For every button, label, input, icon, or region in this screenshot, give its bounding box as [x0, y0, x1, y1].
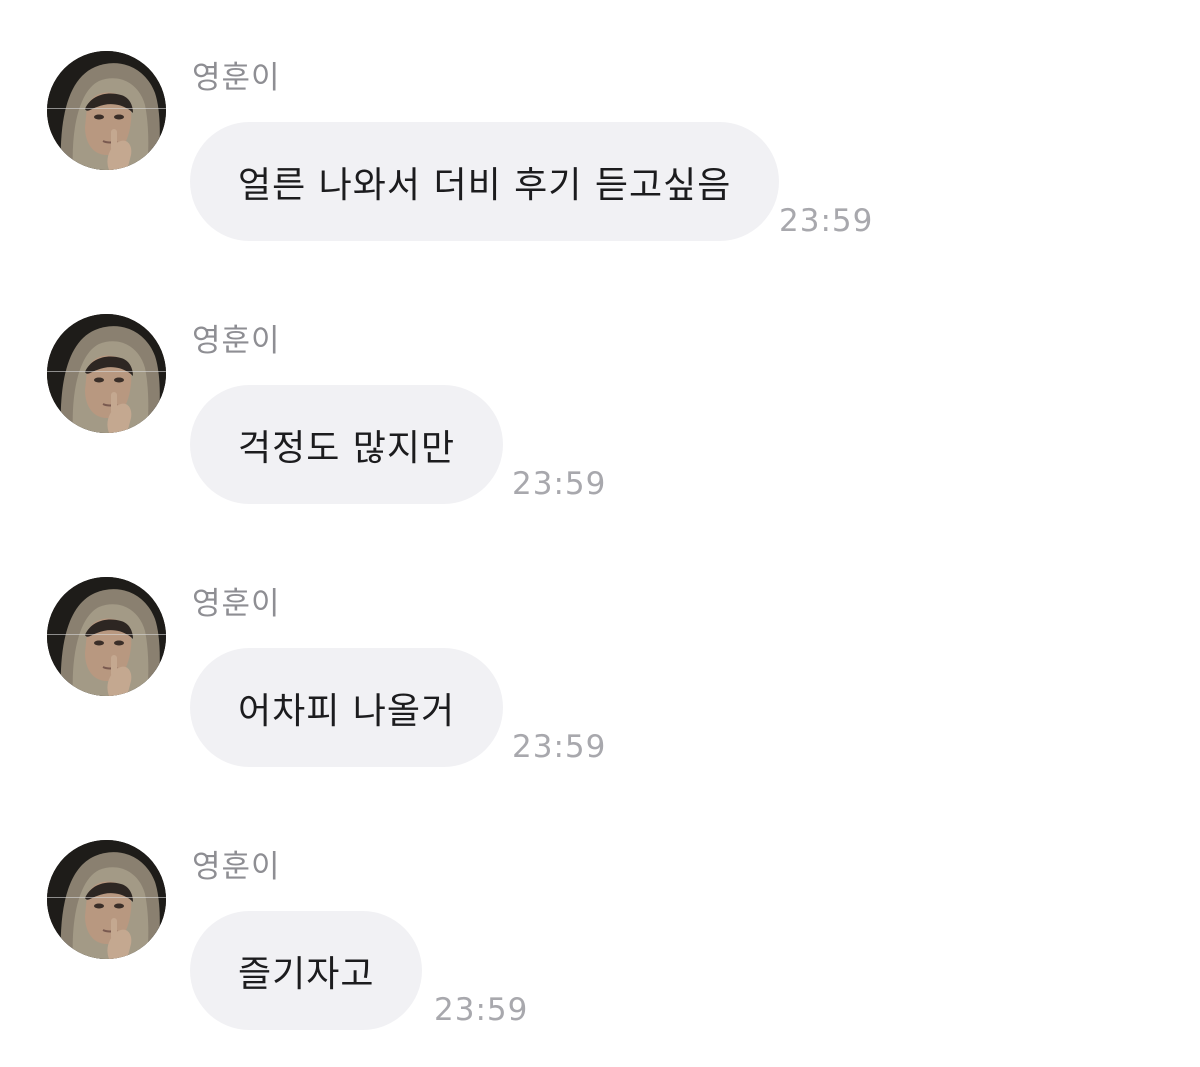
sender-name: 영훈이 [192, 60, 281, 96]
sender-name: 영훈이 [192, 849, 281, 885]
message-bubble[interactable]: 어차피 나올거 [190, 648, 504, 767]
profile-avatar-icon[interactable] [47, 314, 166, 433]
profile-avatar-icon[interactable] [47, 577, 166, 696]
message-text: 얼른 나와서 더비 후기 듣고싶음 [238, 164, 732, 206]
chat-message: 영훈이 걱정도 많지만 23:59 [0, 314, 1200, 514]
message-timestamp: 23:59 [512, 729, 607, 765]
message-text: 즐기자고 [238, 953, 375, 995]
profile-avatar-icon[interactable] [47, 51, 166, 170]
message-bubble[interactable]: 걱정도 많지만 [190, 385, 504, 504]
chat-message: 영훈이 어차피 나올거 23:59 [0, 577, 1200, 777]
message-text: 걱정도 많지만 [238, 427, 456, 469]
message-timestamp: 23:59 [779, 203, 874, 239]
message-bubble[interactable]: 즐기자고 [190, 911, 423, 1030]
profile-avatar-icon[interactable] [47, 840, 166, 959]
sender-name: 영훈이 [192, 323, 281, 359]
message-bubble[interactable]: 얼른 나와서 더비 후기 듣고싶음 [190, 122, 780, 241]
message-timestamp: 23:59 [512, 466, 607, 502]
chat-message: 영훈이 즐기자고 23:59 [0, 840, 1200, 1040]
chat-message: 영훈이 얼른 나와서 더비 후기 듣고싶음 23:59 [0, 51, 1200, 251]
message-timestamp: 23:59 [434, 992, 529, 1028]
sender-name: 영훈이 [192, 586, 281, 622]
message-text: 어차피 나올거 [238, 690, 456, 732]
